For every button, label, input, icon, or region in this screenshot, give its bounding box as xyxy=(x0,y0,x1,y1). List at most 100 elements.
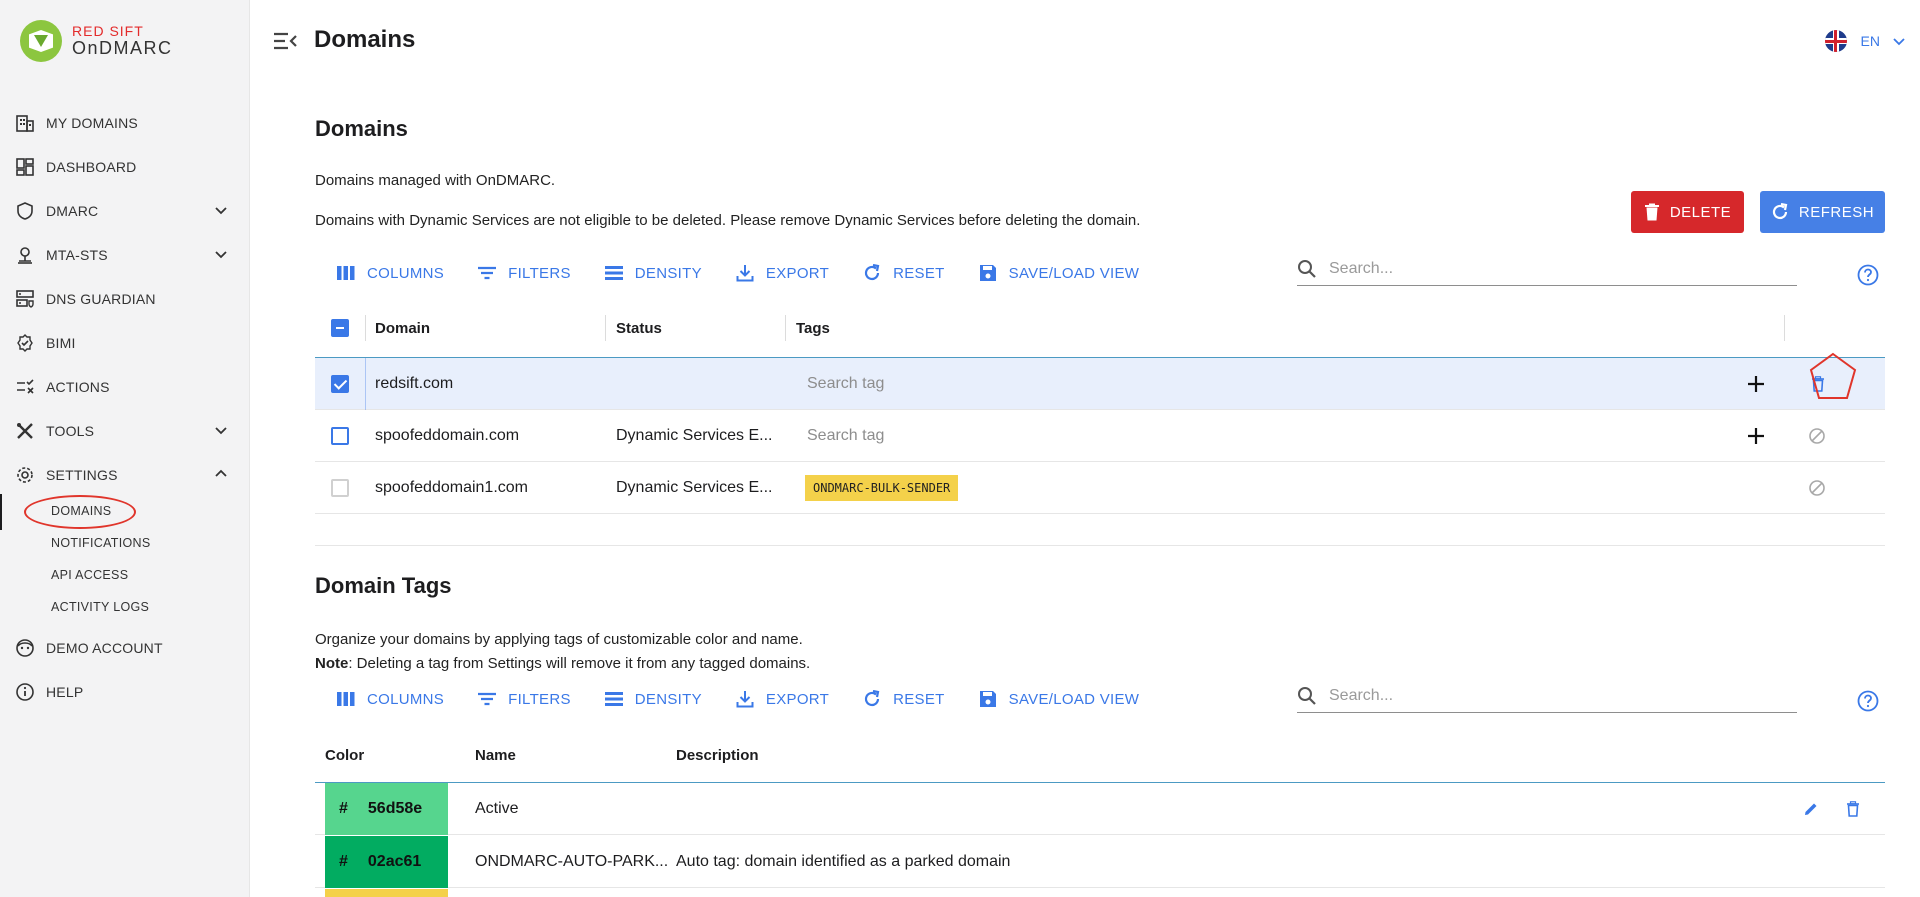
columns-button[interactable]: COLUMNS xyxy=(337,265,444,282)
gear-icon xyxy=(14,464,36,486)
sidebar-subitem-notifications[interactable]: NOTIFICATIONS xyxy=(51,536,151,550)
sidebar-item-demo-account[interactable]: DEMO ACCOUNT xyxy=(0,628,250,668)
chevron-up-icon[interactable] xyxy=(214,467,228,481)
chevron-down-icon xyxy=(1893,38,1905,46)
sidebar-item-my-domains[interactable]: MY DOMAINS xyxy=(0,103,250,143)
sidebar-subitem-activity-logs[interactable]: ACTIVITY LOGS xyxy=(51,600,149,614)
sidebar-item-settings[interactable]: SETTINGS xyxy=(0,455,250,495)
uk-flag-icon xyxy=(1824,30,1847,52)
brand-line2: OnDMARC xyxy=(72,37,173,58)
pencil-icon xyxy=(1805,803,1817,815)
domains-description: Domains managed with OnDMARC. xyxy=(315,172,556,189)
sidebar-subitem-api-access[interactable]: API ACCESS xyxy=(51,568,128,582)
verified-icon xyxy=(14,332,36,354)
trash-icon xyxy=(1847,801,1859,817)
columns-button[interactable]: COLUMNS xyxy=(337,691,444,708)
sidebar-item-dns-guardian[interactable]: DNS GUARDIAN xyxy=(0,279,250,319)
column-header-description[interactable]: Description xyxy=(676,727,759,783)
tags-table-header: Color Name Description xyxy=(315,727,1885,783)
sidebar-item-tools[interactable]: TOOLS xyxy=(0,411,250,451)
save-load-view-button[interactable]: SAVE/LOAD VIEW xyxy=(979,264,1140,282)
sidebar-item-label: HELP xyxy=(46,684,84,700)
export-label: EXPORT xyxy=(765,690,830,708)
reset-button[interactable]: RESET xyxy=(863,690,945,708)
help-circle-icon[interactable] xyxy=(1857,264,1879,286)
info-icon xyxy=(14,681,36,703)
delete-tag-button[interactable] xyxy=(1846,783,1860,835)
sidebar-subitem-domains[interactable]: DOMAINS xyxy=(51,504,111,518)
sidebar-item-bimi[interactable]: BIMI xyxy=(0,323,250,363)
tags-search-input[interactable]: Search... xyxy=(1297,679,1797,713)
sidebar-item-dmarc[interactable]: DMARC xyxy=(0,191,250,231)
logo-icon xyxy=(20,20,62,62)
trash-icon xyxy=(1644,203,1659,221)
sidebar-item-label: ACTIONS xyxy=(46,379,110,395)
domains-dynamic-note: Domains with Dynamic Services are not el… xyxy=(315,212,1141,229)
sidebar-item-label: MY DOMAINS xyxy=(46,115,138,131)
help-circle-icon[interactable] xyxy=(1857,690,1879,712)
chevron-down-icon[interactable] xyxy=(214,423,228,437)
search-icon xyxy=(1298,686,1316,705)
save-icon xyxy=(979,265,996,281)
language-selector[interactable]: EN xyxy=(1824,30,1906,52)
table-row[interactable]: #56d58e Active xyxy=(315,783,1885,835)
checklist-icon xyxy=(14,376,36,398)
select-all-checkbox[interactable] xyxy=(331,298,349,358)
dashboard-icon xyxy=(14,156,36,178)
add-tag-button[interactable] xyxy=(1747,358,1765,410)
location-icon xyxy=(14,244,36,266)
row-checkbox[interactable] xyxy=(331,358,349,410)
chevron-down-icon[interactable] xyxy=(214,247,228,261)
density-button[interactable]: DENSITY xyxy=(604,265,702,282)
add-tag-button[interactable] xyxy=(1747,410,1765,462)
row-checkbox[interactable] xyxy=(331,410,349,462)
columns-icon xyxy=(337,266,355,280)
domain-cell: spoofeddomain1.com xyxy=(375,479,528,496)
filters-button[interactable]: FILTERS xyxy=(478,265,571,282)
sidebar-item-actions[interactable]: ACTIONS xyxy=(0,367,250,407)
edit-tag-button[interactable] xyxy=(1803,783,1819,835)
download-icon xyxy=(736,265,754,282)
domains-search-input[interactable]: Search... xyxy=(1297,252,1797,286)
filter-icon xyxy=(478,266,497,280)
save-load-view-label: SAVE/LOAD VIEW xyxy=(1008,264,1140,282)
brand-logo[interactable]: RED SIFT OnDMARC xyxy=(20,20,173,62)
export-button[interactable]: EXPORT xyxy=(736,264,829,282)
tag-search-input[interactable]: Search tag xyxy=(807,410,884,462)
chevron-down-icon[interactable] xyxy=(214,203,228,217)
delete-button[interactable]: DELETE xyxy=(1631,191,1744,233)
language-label: EN xyxy=(1860,33,1880,49)
table-row[interactable]: spoofeddomain.com Dynamic Services E... … xyxy=(315,410,1885,462)
table-row[interactable]: spoofeddomain1.com Dynamic Services E...… xyxy=(315,462,1885,514)
sidebar-item-help[interactable]: HELP xyxy=(0,672,250,712)
tag-search-input[interactable]: Search tag xyxy=(807,358,884,410)
domains-toolbar: COLUMNS FILTERS DENSITY EXPORT RESET SAV… xyxy=(337,264,1173,282)
column-header-status[interactable]: Status xyxy=(616,298,662,358)
sidebar-item-label: DEMO ACCOUNT xyxy=(46,640,163,656)
delete-disabled-icon xyxy=(1808,410,1826,462)
sidebar-item-mta-sts[interactable]: MTA-STS xyxy=(0,235,250,275)
hash-label: # xyxy=(339,800,348,817)
export-button[interactable]: EXPORT xyxy=(736,690,829,708)
table-row[interactable]: redsift.com Search tag xyxy=(315,358,1885,410)
menu-collapse-icon[interactable] xyxy=(272,30,298,52)
tag-chip[interactable]: ONDMARC-BULK-SENDER xyxy=(805,462,959,514)
column-header-tags[interactable]: Tags xyxy=(796,298,830,358)
column-header-name[interactable]: Name xyxy=(475,727,516,783)
save-load-view-button[interactable]: SAVE/LOAD VIEW xyxy=(979,690,1140,708)
section-divider xyxy=(315,545,1885,546)
tags-note: Note: Deleting a tag from Settings will … xyxy=(315,655,810,672)
density-button[interactable]: DENSITY xyxy=(604,691,702,708)
domains-section-title: Domains xyxy=(315,116,408,141)
tag-name-cell: Active xyxy=(475,800,519,817)
filters-button[interactable]: FILTERS xyxy=(478,691,571,708)
tags-toolbar: COLUMNS FILTERS DENSITY EXPORT RESET SAV… xyxy=(337,690,1173,708)
table-row[interactable]: #02ac61 ONDMARC-AUTO-PARK... Auto tag: d… xyxy=(315,836,1885,888)
column-header-color[interactable]: Color xyxy=(325,727,364,783)
filters-label: FILTERS xyxy=(508,264,571,282)
reset-button[interactable]: RESET xyxy=(863,264,945,282)
reset-label: RESET xyxy=(893,690,945,708)
refresh-button[interactable]: REFRESH xyxy=(1760,191,1885,233)
column-header-domain[interactable]: Domain xyxy=(375,298,430,358)
sidebar-item-dashboard[interactable]: DASHBOARD xyxy=(0,147,250,187)
